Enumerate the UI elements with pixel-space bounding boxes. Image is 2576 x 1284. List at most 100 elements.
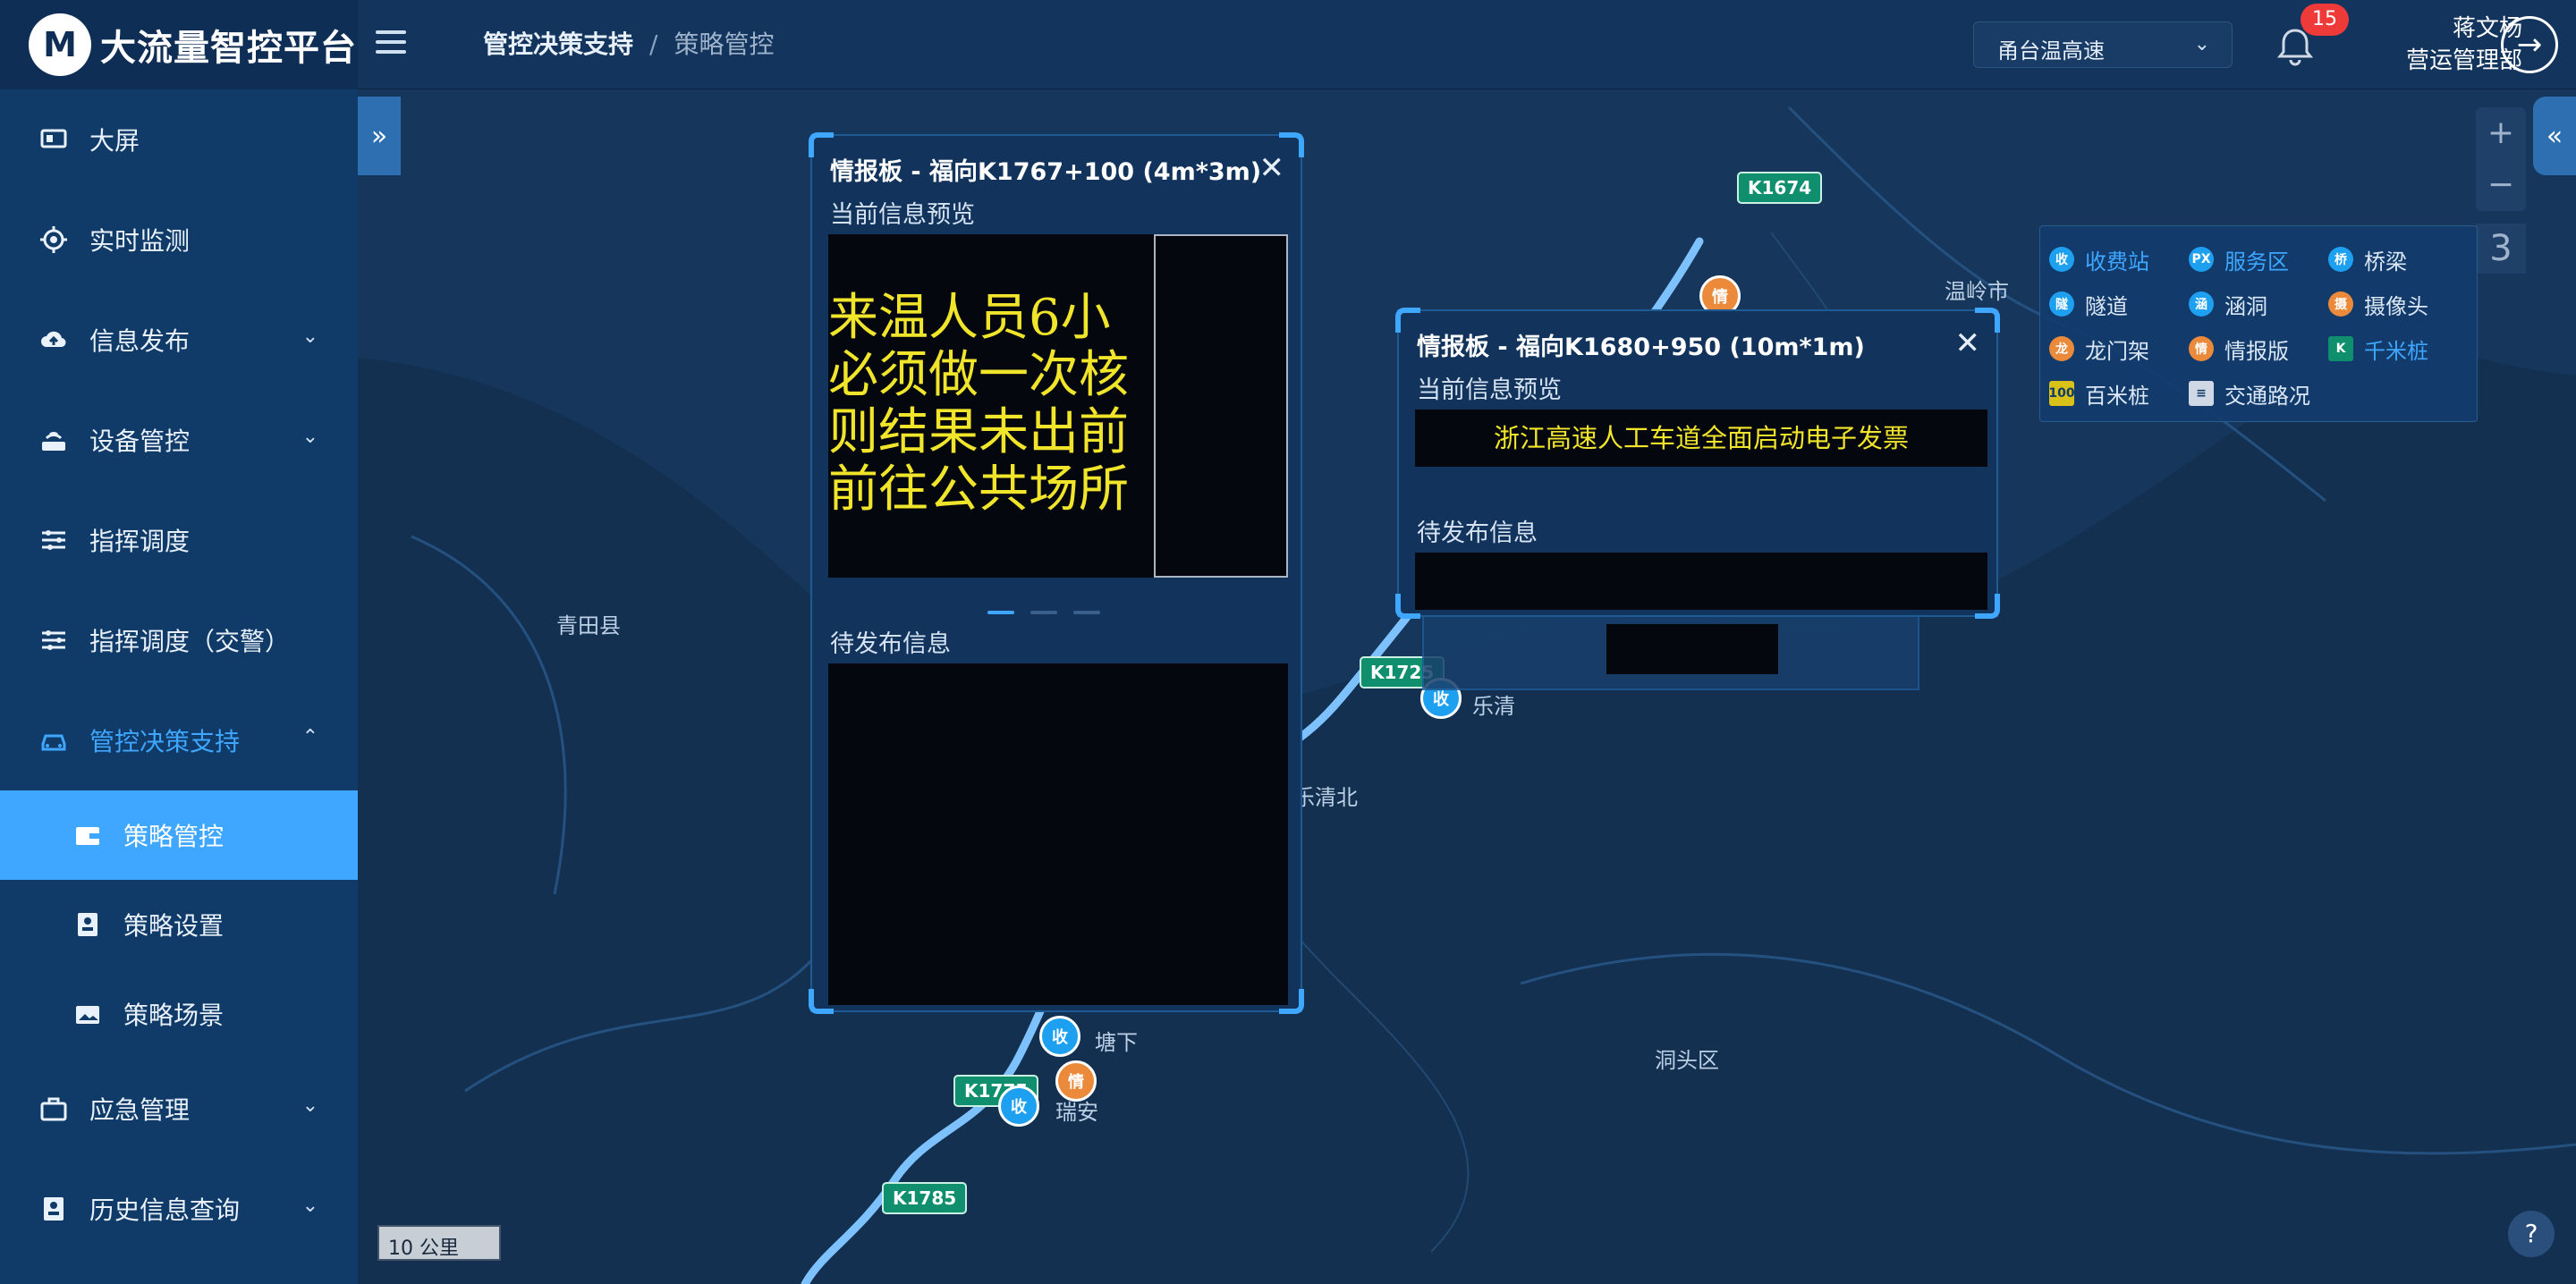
sidebar-item-device[interactable]: 设备管控 ⌄ — [0, 390, 358, 490]
info-board-icon[interactable]: 情 — [1055, 1060, 1097, 1102]
led-line: 来温人员6小 — [828, 290, 1111, 347]
legend-label: 涵洞 — [2224, 293, 2267, 319]
legend-item-culvert[interactable]: 涵涵洞 — [2189, 282, 2328, 326]
breadcrumb-parent[interactable]: 管控决策支持 — [483, 30, 633, 59]
km-marker[interactable]: K1674 — [1737, 172, 1823, 204]
sidebar-item-label: 指挥调度 — [89, 527, 191, 556]
sidebar-item-dashboard[interactable]: 大屏 — [0, 89, 358, 190]
info-board-screen-behind — [1606, 624, 1778, 674]
legend-item-camera[interactable]: 摄摄像头 — [2328, 282, 2468, 326]
map-legend: 收收费站 PX 服务区 桥桥梁 隧隧道 涵涵洞 摄摄像头 龙龙门架 情情报版 K千… — [2039, 225, 2478, 422]
sidebar-subitem-strategy-settings[interactable]: 策略设置 — [0, 880, 358, 969]
toll-station-icon[interactable]: 收 — [1039, 1016, 1080, 1057]
menu-toggle-icon[interactable] — [376, 30, 406, 59]
popup-title: 情报板 - 福向K1767+100 (4m*3m) — [830, 158, 1262, 186]
sidebar-item-monitoring[interactable]: 实时监测 — [0, 190, 358, 290]
breadcrumb-separator: / — [649, 30, 658, 59]
user-info[interactable]: 蒋文杨 营运管理部 — [2343, 13, 2522, 77]
gantry-icon: 龙 — [2049, 336, 2074, 361]
chevron-down-icon: ⌄ — [301, 426, 318, 448]
led-line: 必须做一次核 — [828, 346, 1129, 404]
map-scale: 10 公里 — [377, 1225, 501, 1261]
legend-item-bridge[interactable]: 桥桥梁 — [2328, 237, 2468, 282]
sidebar-item-emergency[interactable]: 应急管理 ⌄ — [0, 1059, 358, 1159]
culvert-icon: 涵 — [2189, 291, 2214, 317]
legend-item-infoboard[interactable]: 情情报版 — [2189, 326, 2328, 371]
zoom-in-button[interactable]: + — [2476, 107, 2526, 159]
pending-screen — [828, 663, 1288, 1005]
place-label: 青田县 — [556, 613, 621, 638]
panel-collapse-button[interactable]: « — [2533, 97, 2576, 175]
led-preview-text: 浙江高速人工车道全面启动电子发票 — [1493, 423, 1909, 453]
legend-item-km-marker[interactable]: K 千米桩 — [2328, 326, 2468, 371]
sidebar-expand-button[interactable]: » — [358, 97, 401, 175]
place-label: 温岭市 — [1945, 279, 2009, 304]
sidebar-item-label: 大屏 — [89, 126, 140, 156]
preview-label: 当前信息预览 — [1417, 376, 1562, 404]
preview-label: 当前信息预览 — [830, 201, 975, 229]
sidebar-subitem-strategy-control[interactable]: 策略管控 — [0, 790, 358, 880]
sidebar-item-publish[interactable]: 信息发布 ⌄ — [0, 290, 358, 390]
legend-item-service[interactable]: PX 服务区 — [2189, 237, 2328, 282]
sidebar-item-label: 信息发布 — [89, 326, 191, 356]
legend-item-hm-marker[interactable]: 100 百米桩 — [2048, 371, 2189, 416]
sidebar-subitem-label: 策略场景 — [123, 1001, 225, 1030]
question-icon: ? — [2524, 1219, 2538, 1248]
sidebar-item-label: 实时监测 — [89, 226, 191, 256]
sidebar-subitem-strategy-scenes[interactable]: 策略场景 — [0, 969, 358, 1059]
close-icon[interactable]: ✕ — [1259, 150, 1285, 186]
zoom-out-button[interactable]: − — [2476, 159, 2526, 211]
sidebar-subitem-label: 策略设置 — [123, 911, 225, 941]
legend-item-tunnel[interactable]: 隧隧道 — [2049, 282, 2189, 326]
app-logo[interactable]: M 大流量智控平台 — [0, 0, 358, 89]
sidebar: 大屏 实时监测 信息发布 ⌄ 设备管控 ⌄ 指挥调度 指挥调度（交警） 管控决策… — [0, 89, 358, 1284]
toll-station-icon: 收 — [2049, 247, 2074, 272]
notification-bell[interactable]: 15 — [2275, 4, 2349, 66]
pending-label: 待发布信息 — [1417, 520, 1538, 547]
monitor-icon — [39, 125, 68, 154]
carousel-dot[interactable] — [1030, 611, 1057, 614]
sidebar-item-dispatch[interactable]: 指挥调度 — [0, 490, 358, 590]
zoom-level-indicator: 3 — [2476, 224, 2526, 274]
sidebar-item-dispatch-police[interactable]: 指挥调度（交警） — [0, 590, 358, 690]
briefcase-icon — [39, 1094, 68, 1123]
route-select-value: 甬台温高速 — [1997, 38, 2105, 63]
sidebar-item-history[interactable]: 历史信息查询 ⌄ — [0, 1159, 358, 1259]
notification-badge: 15 — [2301, 4, 2349, 36]
info-board-popup: 情报板 - 福向K1767+100 (4m*3m) ✕ 当前信息预览 来温人员6… — [809, 132, 1304, 1014]
route-select[interactable]: 甬台温高速 ⌄ — [1973, 21, 2233, 68]
user-card-icon — [73, 910, 102, 939]
legend-item-gantry[interactable]: 龙龙门架 — [2049, 326, 2189, 371]
double-chevron-right-icon: » — [370, 120, 388, 152]
sidebar-item-label: 应急管理 — [89, 1095, 191, 1125]
breadcrumb: 管控决策支持 / 策略管控 — [483, 25, 774, 61]
service-area-icon: PX — [2189, 247, 2214, 272]
km-marker[interactable]: K1785 — [882, 1182, 968, 1214]
legend-label: 交通路况 — [2224, 383, 2310, 409]
wallet-icon — [73, 821, 102, 849]
help-button[interactable]: ? — [2508, 1211, 2555, 1257]
carousel-dot[interactable] — [1073, 611, 1100, 614]
led-preview-text: 来温人员6小 必须做一次核 则结果未出前 前往公共场所 — [828, 290, 1150, 519]
car-icon — [39, 726, 68, 755]
carousel-dot[interactable] — [987, 611, 1014, 614]
place-label: 塘下 — [1095, 1030, 1138, 1055]
legend-item-toll[interactable]: 收收费站 — [2049, 237, 2189, 282]
sidebar-item-decision-support[interactable]: 管控决策支持 ⌃ — [0, 690, 358, 790]
chevron-down-icon: ⌄ — [301, 325, 318, 348]
double-chevron-left-icon: « — [2546, 120, 2563, 152]
toll-station-icon[interactable]: 收 — [998, 1085, 1039, 1127]
logo-mark-icon: M — [29, 13, 91, 76]
close-icon[interactable]: ✕ — [1955, 325, 1981, 361]
led-preview-screen: 浙江高速人工车道全面启动电子发票 — [1415, 410, 1987, 467]
chevron-down-icon: ⌄ — [301, 1094, 318, 1117]
sidebar-item-label: 指挥调度（交警） — [89, 627, 291, 656]
carousel-dots — [987, 601, 1116, 618]
logout-button[interactable]: → — [2501, 16, 2558, 73]
led-line: 则结果未出前 — [828, 403, 1129, 461]
cloud-upload-icon — [39, 325, 68, 354]
sidebar-subitem-label: 策略管控 — [123, 822, 225, 851]
legend-item-traffic[interactable]: ≡ 交通路况 — [2189, 371, 2328, 416]
led-preview-screen: 来温人员6小 必须做一次核 则结果未出前 前往公共场所 — [828, 234, 1288, 578]
sidebar-item-label: 历史信息查询 — [89, 1195, 241, 1225]
